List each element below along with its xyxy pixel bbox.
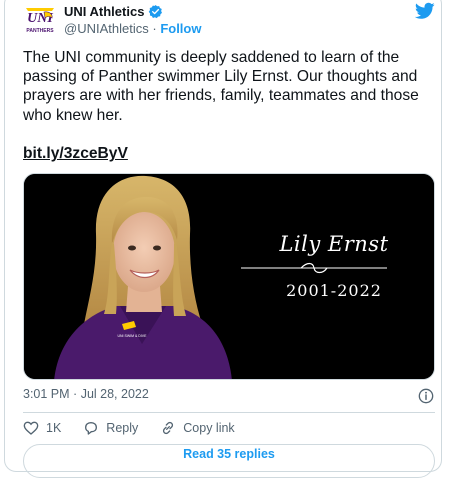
handle-separator: · (152, 21, 157, 36)
uni-panthers-logo: UNI PANTHERS (26, 8, 54, 34)
read-replies-button[interactable]: Read 35 replies (23, 444, 435, 478)
info-icon[interactable] (418, 388, 434, 404)
tweet-card: UNI PANTHERS UNI Athletics @UNIAthletics… (4, 0, 442, 478)
timestamp-separator: · (73, 387, 78, 401)
verified-badge-icon (149, 4, 163, 19)
account-avatar[interactable]: UNI PANTHERS (22, 5, 58, 35)
account-name-row: UNI Athletics (64, 4, 163, 19)
reply-label: Reply (106, 421, 139, 435)
account-name[interactable]: UNI Athletics (64, 4, 144, 19)
tweet-date: Jul 28, 2022 (80, 387, 149, 401)
reply-button[interactable]: Reply (83, 420, 138, 436)
heart-icon (23, 421, 39, 435)
follow-button[interactable]: Follow (160, 21, 201, 36)
memorial-photo: UNI SWIM & DIVE (24, 174, 434, 379)
like-count: 1K (46, 421, 62, 435)
link-icon (163, 421, 174, 435)
memorial-name: Lily Ernst (279, 232, 389, 256)
tweet-timestamp[interactable]: 3:01 PM · Jul 28, 2022 (23, 387, 149, 401)
tweet-media-image[interactable]: UNI SWIM & DIVE Lily Ernst 2001-2022 (23, 173, 435, 380)
account-handle[interactable]: @UNIAthletics (64, 21, 149, 36)
svg-text:PANTHERS: PANTHERS (26, 28, 54, 34)
memorial-years: 2001-2022 (286, 281, 382, 300)
copy-link-label: Copy link (183, 421, 235, 435)
copy-link-button[interactable]: Copy link (160, 420, 235, 436)
jersey-text: UNI SWIM & DIVE (118, 334, 148, 338)
tweet-link[interactable]: bit.ly/3zceByV (23, 145, 128, 163)
like-button[interactable]: 1K (23, 420, 61, 436)
tweet-actions: 1K Reply Copy link (23, 420, 257, 436)
flourish-divider (241, 262, 387, 274)
tweet-text: The UNI community is deeply saddened to … (23, 49, 419, 124)
reply-bubble-icon (85, 422, 98, 435)
twitter-bird-icon[interactable] (415, 2, 435, 20)
divider (23, 412, 435, 413)
tweet-time: 3:01 PM (23, 387, 70, 401)
account-handle-row: @UNIAthletics · Follow (64, 21, 201, 36)
